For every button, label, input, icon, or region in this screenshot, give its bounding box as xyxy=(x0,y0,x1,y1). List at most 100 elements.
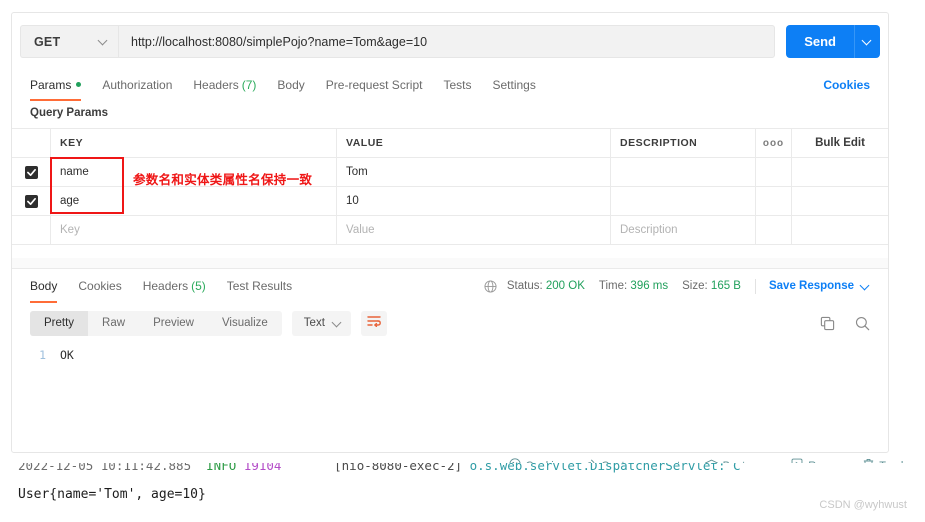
chevron-down-icon xyxy=(99,37,108,46)
table-row-empty: Key Value Description xyxy=(12,216,888,245)
response-tab-headers-label: Headers xyxy=(142,279,189,293)
tab-body-label: Body xyxy=(277,77,305,92)
search-icon[interactable] xyxy=(855,316,870,331)
tab-pre-request-script[interactable]: Pre-request Script xyxy=(326,70,423,99)
header-checkbox-cell xyxy=(12,129,51,157)
response-format-select[interactable]: Text xyxy=(291,310,351,336)
param-value-input[interactable]: 10 xyxy=(337,187,611,215)
tab-authorization[interactable]: Authorization xyxy=(102,70,172,99)
ide-console-output: 2022-12-05 10:11:42.885 INFO 19104 [nio-… xyxy=(0,463,925,522)
more-options-icon: ooo xyxy=(762,137,785,149)
response-tab-body[interactable]: Body xyxy=(30,272,58,303)
code-line: 1 OK xyxy=(12,347,888,364)
response-divider xyxy=(12,258,888,269)
tab-authorization-label: Authorization xyxy=(102,77,173,92)
response-status-strip: Status: 200 OK Time: 396 ms Size: 165 B … xyxy=(484,278,870,294)
row-checkbox-cell xyxy=(12,187,51,215)
row-bulk-cell xyxy=(792,216,888,244)
column-header-description: DESCRIPTION xyxy=(611,129,756,157)
param-description-input[interactable] xyxy=(611,158,756,186)
tab-headers-label: Headers xyxy=(193,77,239,92)
response-body-viewer[interactable]: 1 OK xyxy=(12,343,888,452)
new-param-value-input[interactable]: Value xyxy=(337,216,611,244)
send-button[interactable]: Send xyxy=(786,25,854,58)
annotation-text: 参数名和实体类属性名保持一致 xyxy=(133,172,313,187)
response-tab-body-label: Body xyxy=(30,279,58,293)
row-checkbox-cell xyxy=(12,158,51,186)
response-body-text: OK xyxy=(60,348,74,362)
param-description-input[interactable] xyxy=(611,187,756,215)
console-log-line: 2022-12-05 10:11:42.885 INFO 19104 [nio-… xyxy=(18,463,741,473)
time-value: 396 ms xyxy=(630,280,669,292)
param-value-input[interactable]: Tom xyxy=(337,158,611,186)
chevron-down-icon xyxy=(863,37,872,46)
response-tab-cookies[interactable]: Cookies xyxy=(78,272,121,301)
view-mode-visualize[interactable]: Visualize xyxy=(208,311,282,336)
tab-pre-request-script-label: Pre-request Script xyxy=(325,77,423,92)
url-value: http://localhost:8080/simplePojo?name=To… xyxy=(131,34,428,49)
watermark: CSDN @wyhwust xyxy=(819,499,907,511)
size-value: 165 B xyxy=(710,280,741,292)
row-checkbox[interactable] xyxy=(24,194,38,208)
response-format-label: Text xyxy=(303,317,325,329)
tab-settings[interactable]: Settings xyxy=(493,70,536,99)
response-time: Time: 396 ms xyxy=(599,280,668,292)
tab-params[interactable]: Params xyxy=(30,70,82,101)
save-response-label: Save Response xyxy=(768,280,854,292)
params-modified-dot xyxy=(76,82,82,87)
response-tabs: Body Cookies Headers (5) Test Results St… xyxy=(12,269,888,303)
view-mode-pretty[interactable]: Pretty xyxy=(30,310,89,336)
param-key-input[interactable]: age xyxy=(51,187,337,215)
response-size: Size: 165 B xyxy=(682,280,741,292)
cookies-link[interactable]: Cookies xyxy=(823,78,870,92)
query-params-title: Query Params xyxy=(30,107,108,119)
request-tabs: Params Authorization Headers (7) Body Pr… xyxy=(12,70,888,101)
word-wrap-icon xyxy=(367,314,381,332)
log-timestamp: 2022-12-05 10:11:42.885 xyxy=(18,463,192,473)
log-pid: 19104 xyxy=(243,463,282,473)
response-tab-cookies-label: Cookies xyxy=(78,279,122,293)
row-checkbox[interactable] xyxy=(24,165,38,179)
tab-settings-label: Settings xyxy=(492,77,536,92)
tab-headers-count: (7) xyxy=(241,77,257,92)
check-icon xyxy=(26,197,36,205)
url-bar: GET http://localhost:8080/simplePojo?nam… xyxy=(12,13,888,70)
response-view-mode-group: Pretty Raw Preview Visualize xyxy=(30,310,282,336)
view-mode-preview[interactable]: Preview xyxy=(139,311,208,336)
http-method-label: GET xyxy=(34,34,61,49)
tab-body[interactable]: Body xyxy=(277,70,304,99)
response-tab-test-results[interactable]: Test Results xyxy=(227,272,292,301)
response-tab-headers[interactable]: Headers (5) xyxy=(143,272,206,301)
save-response-button[interactable]: Save Response xyxy=(769,280,870,292)
divider xyxy=(754,278,756,294)
column-options-button[interactable]: ooo xyxy=(756,129,792,157)
http-method-select[interactable]: GET xyxy=(20,25,118,58)
chevron-down-icon xyxy=(333,319,342,328)
time-label: Time: xyxy=(598,280,628,292)
new-param-key-input[interactable]: Key xyxy=(51,216,337,244)
tab-tests[interactable]: Tests xyxy=(443,70,471,99)
send-button-group: Send xyxy=(786,25,880,58)
copy-icon[interactable] xyxy=(820,316,835,331)
status-code: Status: 200 OK xyxy=(507,280,585,292)
postman-request-panel: GET http://localhost:8080/simplePojo?nam… xyxy=(11,12,889,453)
new-param-description-input[interactable]: Description xyxy=(611,216,756,244)
log-class: o.s.web.servlet.DispatcherServlet xyxy=(469,463,718,473)
row-checkbox-cell xyxy=(12,216,51,244)
size-label: Size: xyxy=(682,280,708,292)
row-options-cell xyxy=(756,187,792,215)
tab-headers[interactable]: Headers (7) xyxy=(193,70,256,99)
view-mode-raw[interactable]: Raw xyxy=(88,311,139,336)
word-wrap-button[interactable] xyxy=(360,310,387,336)
status-label: Status: xyxy=(506,280,543,292)
tab-params-label: Params xyxy=(30,77,72,92)
row-bulk-cell xyxy=(792,158,888,186)
send-options-button[interactable] xyxy=(854,25,880,58)
url-input[interactable]: http://localhost:8080/simplePojo?name=To… xyxy=(118,25,776,58)
table-header-row: KEY VALUE DESCRIPTION ooo Bulk Edit xyxy=(12,129,888,158)
column-header-key: KEY xyxy=(51,129,337,157)
row-options-cell xyxy=(756,216,792,244)
tab-tests-label: Tests xyxy=(443,77,472,92)
console-output-line: User{name='Tom', age=10} xyxy=(18,487,206,502)
bulk-edit-button[interactable]: Bulk Edit xyxy=(792,129,888,157)
